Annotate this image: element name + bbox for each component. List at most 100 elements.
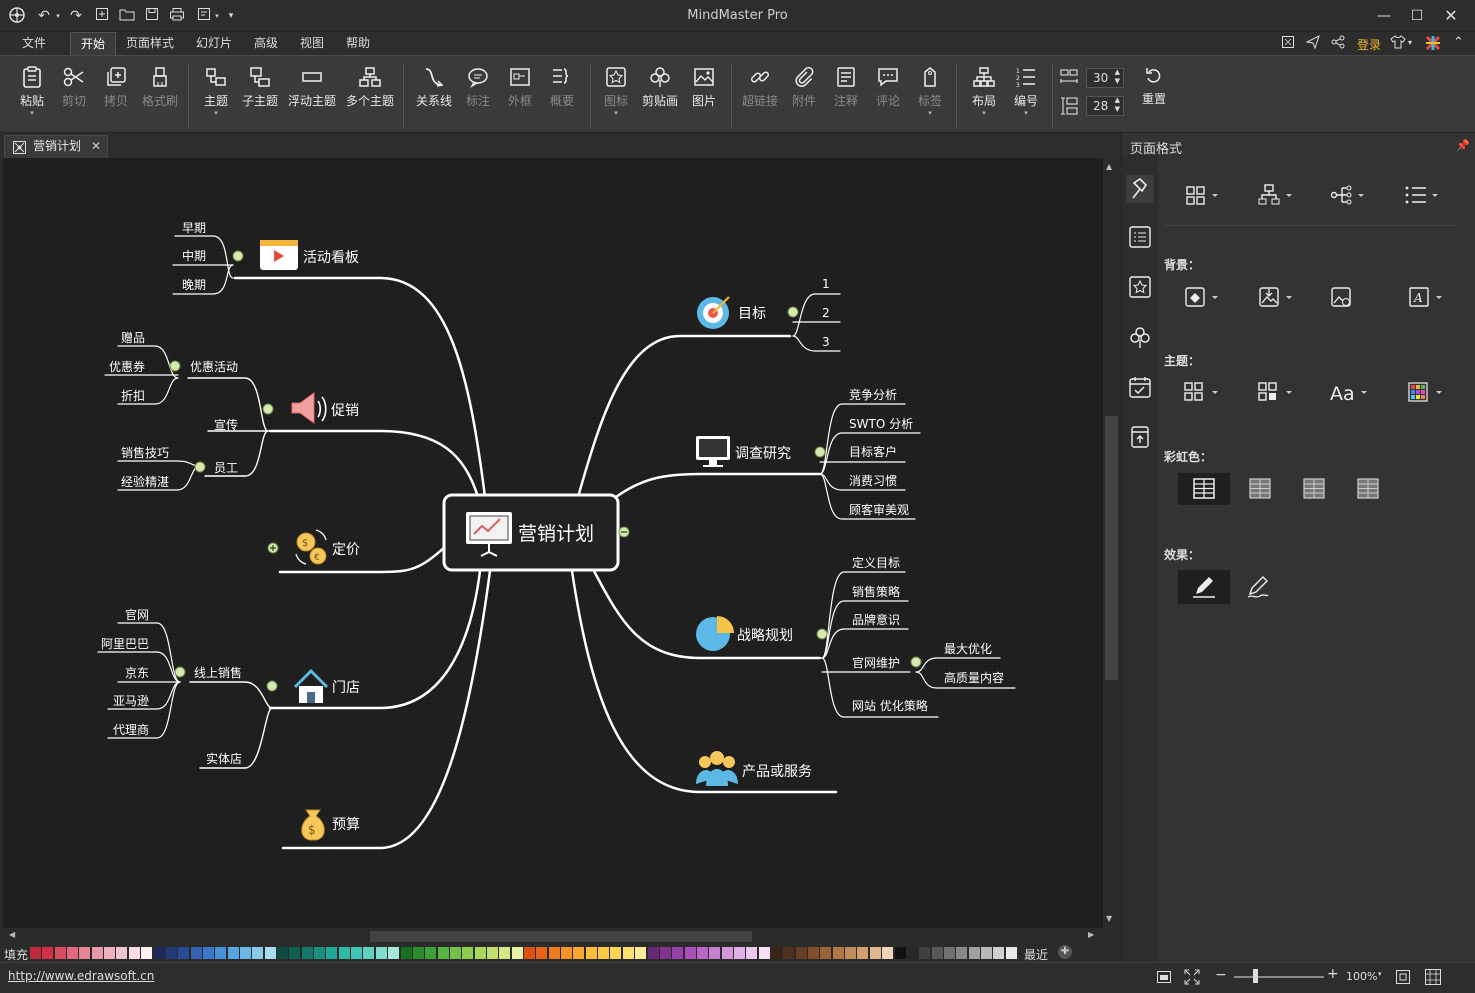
theme-dropdown-icon[interactable]: ▾ [1408, 38, 1412, 47]
color-swatch[interactable] [486, 947, 498, 959]
color-swatch[interactable] [314, 947, 326, 959]
theme-shirt-icon[interactable] [1390, 35, 1406, 53]
connector-style-button[interactable] [1328, 181, 1368, 209]
color-swatch[interactable] [425, 947, 437, 959]
zoom-level[interactable]: 100% [1346, 970, 1377, 983]
color-swatch[interactable] [857, 947, 869, 959]
tab-tasks[interactable] [1126, 373, 1154, 401]
subtopic-coupon[interactable]: 优惠券 [109, 359, 145, 374]
numbering-style-button[interactable] [1402, 181, 1442, 209]
color-swatch[interactable] [672, 947, 684, 959]
clipart-button[interactable]: 剪贴画 [636, 62, 684, 128]
background-image-button[interactable] [1328, 283, 1368, 311]
background-texture-button[interactable] [1256, 283, 1296, 311]
color-swatch[interactable] [449, 947, 461, 959]
collapse-toggle-icon[interactable] [169, 360, 181, 372]
color-swatch[interactable] [202, 947, 214, 959]
subtopic-mid[interactable]: 中期 [182, 248, 206, 263]
layout-dropdown-icon[interactable]: ▾ [960, 109, 1008, 117]
color-swatch[interactable] [598, 947, 610, 959]
horizontal-scroll-thumb[interactable] [370, 931, 752, 942]
subtopic-habits[interactable]: 消费习惯 [849, 473, 897, 488]
color-swatch[interactable] [165, 947, 177, 959]
presentation-mode-icon[interactable] [1424, 968, 1442, 989]
color-swatch[interactable] [67, 947, 79, 959]
color-swatch[interactable] [363, 947, 375, 959]
subtopic-brand-awareness[interactable]: 品牌意识 [852, 612, 900, 627]
color-swatch[interactable] [783, 947, 795, 959]
theme-font-button[interactable]: Aa [1328, 378, 1368, 406]
vertical-scrollbar[interactable]: ▲ ▼ [1103, 158, 1120, 928]
color-swatch[interactable] [585, 947, 597, 959]
vertical-spacing-input[interactable]: 28 ▲ ▼ [1086, 96, 1124, 116]
menu-page-style[interactable]: 页面样式 [118, 32, 182, 55]
menu-slides[interactable]: 幻灯片 [188, 32, 240, 55]
subtopic-seo-strategy[interactable]: 网站 优化策略 [852, 698, 928, 713]
multi-topic-button[interactable]: 多个主题 [346, 62, 394, 128]
copy-button[interactable]: 拷贝 [92, 62, 140, 128]
subtopic-button[interactable]: 子主题 [236, 62, 284, 128]
color-swatch[interactable] [462, 947, 474, 959]
icon-button[interactable]: 图标 ▾ [592, 62, 640, 128]
color-swatch[interactable] [536, 947, 548, 959]
paste-button[interactable]: 粘贴 ▾ [8, 62, 56, 128]
subtopic-goal-3[interactable]: 3 [822, 335, 830, 349]
layout-button[interactable]: 布局 ▾ [960, 62, 1008, 128]
callout-button[interactable]: 标注 [454, 62, 502, 128]
spinner-arrows-icon[interactable]: ▲ ▼ [1115, 68, 1120, 86]
color-swatch[interactable] [820, 947, 832, 959]
maximize-button[interactable]: ☐ [1407, 6, 1427, 26]
relationship-button[interactable]: 关系线 [410, 62, 458, 128]
fullscreen-icon[interactable] [1281, 35, 1295, 53]
color-swatch[interactable] [845, 947, 857, 959]
color-swatch[interactable] [289, 947, 301, 959]
numbering-dropdown-icon[interactable]: ▾ [1002, 109, 1050, 117]
hyperlink-button[interactable]: 超链接 [736, 62, 784, 128]
icon-dropdown-icon[interactable]: ▾ [592, 109, 640, 117]
page-view-icon[interactable] [1156, 969, 1172, 988]
horizontal-scrollbar[interactable]: ◀ ▶ [3, 928, 1103, 944]
minimize-button[interactable]: — [1374, 6, 1394, 26]
color-swatch[interactable] [709, 947, 721, 959]
rainbow-option-3-button[interactable] [1342, 473, 1394, 505]
color-swatch[interactable] [980, 947, 992, 959]
color-swatch[interactable] [54, 947, 66, 959]
share-icon[interactable] [1331, 35, 1345, 53]
color-swatch[interactable] [301, 947, 313, 959]
pin-panel-icon[interactable]: 📌 [1456, 139, 1470, 152]
website-link[interactable]: http://www.edrawsoft.cn [8, 969, 154, 983]
subtopic-jd[interactable]: 京东 [125, 666, 149, 680]
subtopic-alibaba[interactable]: 阿里巴巴 [101, 637, 149, 651]
color-swatch[interactable] [400, 947, 412, 959]
watermark-button[interactable]: A [1406, 283, 1446, 311]
color-swatch[interactable] [91, 947, 103, 959]
color-swatch[interactable] [733, 947, 745, 959]
subtopic-goal-1[interactable]: 1 [822, 277, 830, 291]
subtopic-discount[interactable]: 折扣 [121, 388, 145, 403]
color-swatch[interactable] [771, 947, 782, 959]
subtopic-experience[interactable]: 经验精湛 [121, 474, 169, 489]
background-fill-button[interactable] [1182, 283, 1222, 311]
comment-button[interactable]: 评论 [864, 62, 912, 128]
subtopic-define-goal[interactable]: 定义目标 [852, 555, 900, 570]
topic-button[interactable]: 主题 ▾ [192, 62, 240, 128]
scroll-up-icon[interactable]: ▲ [1106, 162, 1112, 171]
subtopic-publicity[interactable]: 宣传 [214, 417, 238, 432]
subtopic-online-sales[interactable]: 线上销售 [194, 665, 242, 680]
subtopic-amazon[interactable]: 亚马逊 [113, 694, 149, 708]
subtopic-sales-skill[interactable]: 销售技巧 [121, 445, 169, 460]
zoom-dropdown-icon[interactable]: ▾ [1378, 970, 1382, 978]
collapse-toggle-icon[interactable] [194, 461, 206, 473]
zoom-slider-thumb[interactable] [1253, 969, 1258, 983]
color-swatch[interactable] [906, 947, 918, 959]
color-swatch[interactable] [993, 947, 1005, 959]
color-swatch[interactable] [474, 947, 486, 959]
subtopic-early[interactable]: 早期 [182, 221, 206, 235]
map-layout-button[interactable] [1182, 181, 1222, 209]
close-button[interactable]: ✕ [1441, 6, 1461, 26]
color-swatch[interactable] [758, 947, 770, 959]
color-swatch[interactable] [808, 947, 820, 959]
color-swatch[interactable] [524, 947, 535, 959]
note-button[interactable]: 注释 [822, 62, 870, 128]
color-swatch[interactable] [882, 947, 894, 959]
